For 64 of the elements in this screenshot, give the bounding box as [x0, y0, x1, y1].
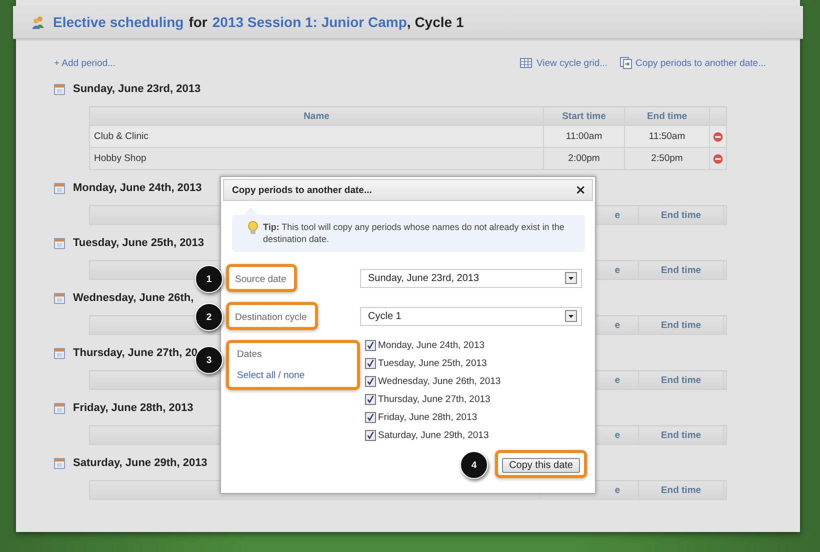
date-option: Friday, June 28th, 2013	[378, 412, 478, 423]
day-heading: Monday, June 24th, 2013	[73, 182, 202, 194]
checkbox[interactable]	[365, 376, 376, 387]
copy-this-date-button[interactable]: Copy this date	[502, 458, 580, 473]
close-button[interactable]: ×	[575, 184, 586, 196]
title-text: for	[188, 14, 208, 30]
lightbulb-icon	[247, 221, 259, 235]
calendar-icon	[54, 402, 65, 414]
field-label: Dates	[237, 349, 263, 360]
title-text: , Cycle 1	[406, 14, 464, 30]
day-heading: Sunday, June 23rd, 2013	[73, 83, 201, 95]
calendar-icon	[54, 84, 65, 94]
column-header: Name	[90, 106, 544, 126]
destination-cycle-dropdown[interactable]: Cycle 1	[360, 306, 582, 326]
day-heading: Tuesday, June 25th, 2013	[73, 237, 204, 249]
remove-icon[interactable]	[713, 132, 723, 142]
column-header: Start time	[544, 106, 624, 126]
table-cell: Club & Clinic	[90, 126, 544, 148]
date-option: Saturday, June 29th, 2013	[378, 430, 489, 441]
column-header: End time	[624, 106, 710, 126]
column-header: End time	[638, 370, 724, 390]
table-cell: 2:50pm	[624, 148, 710, 170]
session-link[interactable]: 2013 Session 1: Junior Camp	[212, 14, 407, 30]
add-period-link[interactable]: + Add period...	[54, 58, 116, 68]
table-cell: 11:50am	[624, 126, 710, 148]
checkbox[interactable]	[365, 394, 376, 405]
grid-icon	[520, 58, 532, 68]
copy-periods-link[interactable]: Copy periods to another date...	[636, 58, 766, 68]
table-cell: 11:00am	[544, 126, 624, 148]
calendar-icon	[54, 292, 65, 304]
day-heading: Friday, June 28th, 2013	[73, 402, 194, 414]
date-option: Monday, June 24th, 2013	[378, 340, 485, 351]
copy-icon	[620, 57, 632, 69]
calendar-icon	[54, 182, 65, 194]
table-cell: Hobby Shop	[90, 148, 544, 170]
column-header: End time	[638, 260, 724, 280]
people-icon	[31, 15, 45, 29]
source-date-dropdown[interactable]: Sunday, June 23rd, 2013	[360, 268, 582, 288]
column-header: End time	[638, 206, 724, 224]
column-header: End time	[638, 480, 724, 500]
field-label: Source date	[235, 274, 286, 285]
checkbox[interactable]	[365, 358, 376, 369]
table-cell: 2:00pm	[544, 148, 624, 170]
view-cycle-grid-link[interactable]: View cycle grid...	[536, 58, 608, 68]
checkbox[interactable]	[365, 340, 376, 351]
dialog-title: Copy periods to another date...	[232, 184, 373, 196]
field-label: Destination cycle	[235, 312, 307, 323]
calendar-icon	[54, 238, 65, 248]
column-header: End time	[638, 426, 724, 444]
select-all-link[interactable]: Select all / none	[237, 370, 349, 381]
column-header: End time	[638, 316, 724, 334]
date-option: Wednesday, June 26th, 2013	[378, 376, 501, 387]
date-option: Tuesday, June 25th, 2013	[378, 358, 487, 369]
day-heading: Saturday, June 29th, 2013	[73, 457, 208, 469]
callout-badge: 4	[460, 451, 488, 479]
calendar-icon	[54, 458, 65, 468]
day-heading: Thursday, June 27th, 20	[73, 347, 198, 359]
remove-icon[interactable]	[713, 154, 723, 164]
checkbox[interactable]	[365, 412, 376, 423]
date-option: Thursday, June 27th, 2013	[378, 394, 490, 405]
calendar-icon	[54, 348, 65, 358]
checkbox[interactable]	[365, 430, 376, 441]
elective-scheduling-link[interactable]: Elective scheduling	[53, 14, 184, 30]
day-heading: Wednesday, June 26th,	[73, 292, 194, 304]
